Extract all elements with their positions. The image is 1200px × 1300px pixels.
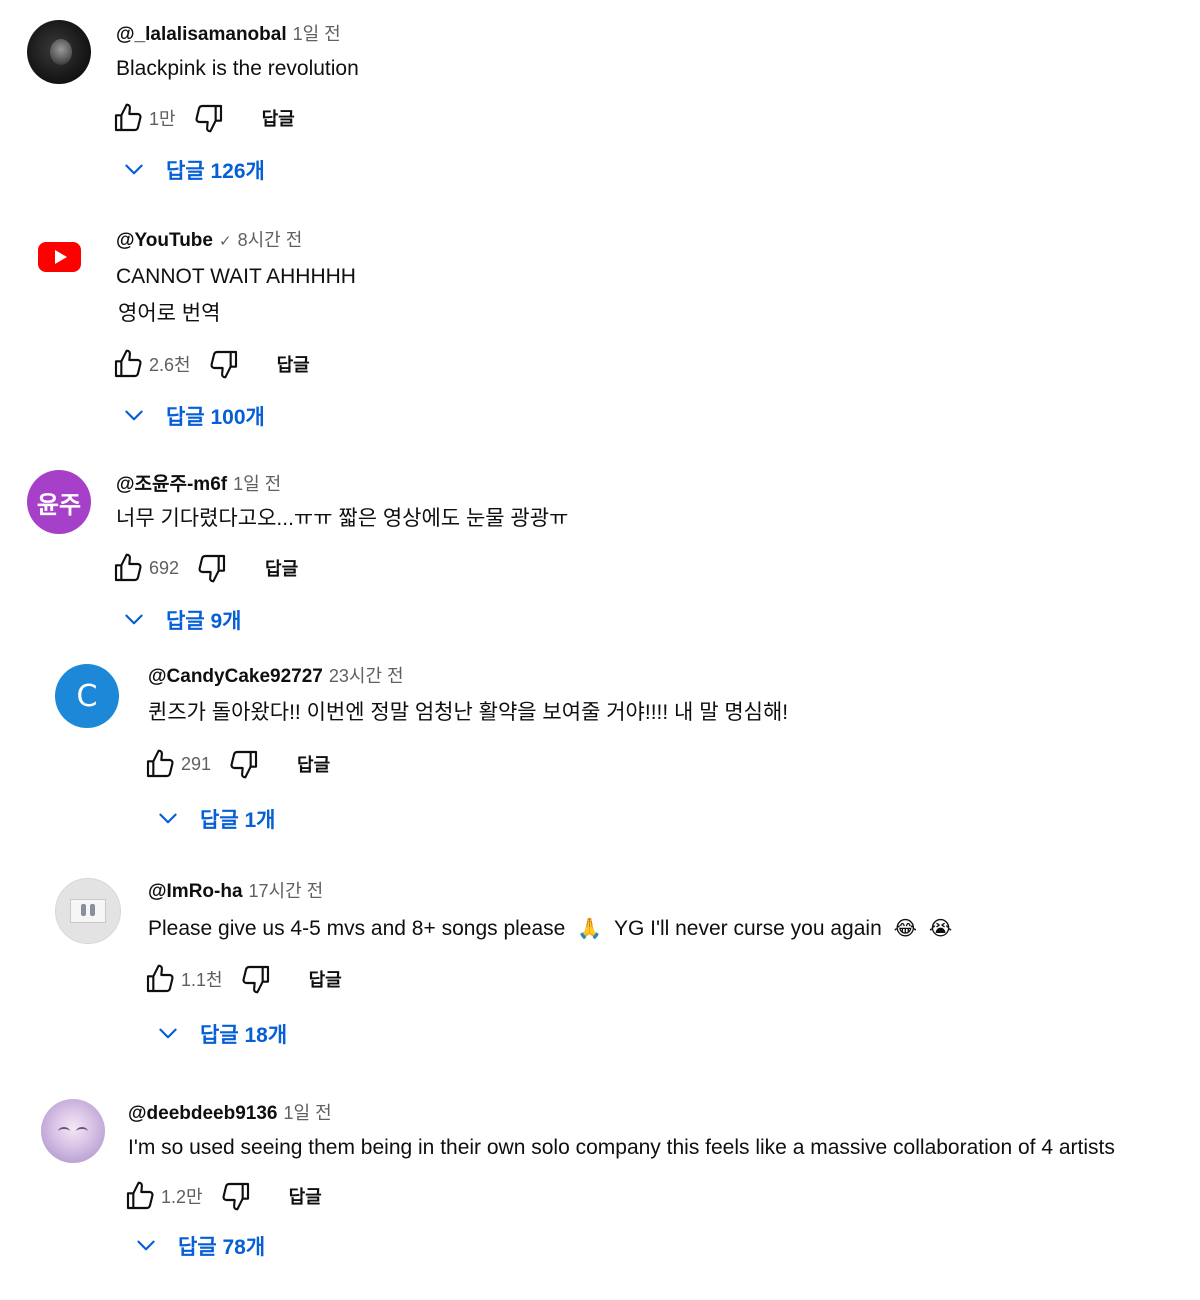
avatar[interactable]: C	[55, 664, 119, 728]
comment-text: 퀸즈가 돌아왔다!! 이번엔 정말 엄청난 활약을 보여줄 거야!!!! 내 말…	[148, 701, 789, 724]
reply-button[interactable]: 답글	[277, 351, 310, 377]
replies-label: 답글 126개	[166, 160, 265, 183]
like-count: 2.6천	[149, 355, 191, 375]
like-count: 291	[181, 753, 212, 774]
avatar[interactable]	[55, 878, 121, 944]
timestamp[interactable]: 8시간 전	[238, 230, 303, 250]
reply-button[interactable]: 답글	[265, 555, 298, 581]
comment-actions: 1만 답글	[111, 101, 295, 135]
comment-actions: 2.6천 답글	[111, 347, 310, 381]
folded-hands-emoji-icon: 🙏	[577, 916, 603, 940]
verified-check-icon: ✓	[218, 233, 232, 250]
username[interactable]: @_lalalisamanobal	[116, 24, 287, 45]
chevron-down-icon	[120, 606, 148, 634]
replies-label: 답글 9개	[166, 610, 242, 633]
play-icon	[55, 250, 67, 264]
username[interactable]: @deebdeeb9136	[128, 1103, 278, 1124]
comment-text: Blackpink is the revolution	[116, 57, 359, 80]
avatar-image	[50, 39, 72, 65]
crying-face-emoji-icon: 😭	[928, 916, 953, 940]
dislike-icon[interactable]	[227, 747, 261, 781]
dislike-icon[interactable]	[207, 347, 241, 381]
comment-actions: 291 답글	[143, 747, 330, 781]
avatar[interactable]: 윤주	[27, 470, 91, 534]
avatar-image	[70, 899, 106, 923]
replies-label: 답글 1개	[200, 809, 276, 832]
comment-header: @ImRo-ha 17시간 전	[148, 879, 323, 904]
timestamp[interactable]: 1일 전	[233, 474, 281, 494]
avatar[interactable]	[41, 1099, 105, 1163]
like-icon[interactable]	[143, 962, 177, 996]
tears-of-joy-emoji-icon: 😂	[893, 916, 917, 940]
youtube-logo-icon[interactable]	[38, 242, 81, 272]
chevron-down-icon	[120, 156, 148, 184]
username[interactable]: @CandyCake92727	[148, 666, 323, 687]
comment-header: @deebdeeb9136 1일 전	[128, 1101, 332, 1126]
comment-actions: 692 답글	[111, 551, 298, 585]
username[interactable]: @YouTube	[116, 230, 213, 251]
reply-button[interactable]: 답글	[262, 105, 295, 131]
comment-header: @조윤주-m6f 1일 전	[116, 472, 281, 497]
comment-text: Please give us 4-5 mvs and 8+ songs plea…	[148, 914, 952, 943]
chevron-down-icon	[132, 1232, 160, 1260]
like-count: 1만	[149, 109, 176, 129]
chevron-down-icon	[154, 1020, 182, 1048]
replies-label: 답글 100개	[166, 406, 265, 429]
chevron-down-icon	[154, 805, 182, 833]
replies-label: 답글 18개	[200, 1024, 288, 1047]
avatar-image	[76, 1126, 88, 1136]
dislike-icon[interactable]	[239, 962, 273, 996]
view-replies-button[interactable]: 답글 9개	[120, 603, 241, 637]
dislike-icon[interactable]	[219, 1179, 253, 1213]
view-replies-button[interactable]: 답글 100개	[120, 399, 265, 433]
comment-text-part: YG I'll never curse you again	[613, 917, 882, 940]
view-replies-button[interactable]: 답글 1개	[154, 802, 275, 836]
view-replies-button[interactable]: 답글 78개	[132, 1229, 265, 1263]
view-replies-button[interactable]: 답글 126개	[120, 153, 265, 187]
like-count: 1.1천	[181, 970, 223, 990]
like-count: 1.2만	[161, 1187, 203, 1207]
chevron-down-icon	[120, 402, 148, 430]
timestamp[interactable]: 17시간 전	[249, 881, 324, 901]
like-icon[interactable]	[123, 1179, 157, 1213]
timestamp[interactable]: 1일 전	[293, 24, 341, 44]
dislike-icon[interactable]	[195, 551, 229, 585]
reply-button[interactable]: 답글	[309, 966, 342, 992]
avatar-image	[58, 1126, 70, 1136]
comment-text-part: Please give us 4-5 mvs and 8+ songs plea…	[148, 917, 566, 940]
translate-link[interactable]: 영어로 번역	[118, 300, 220, 328]
comment-text: I'm so used seeing them being in their o…	[128, 1136, 1115, 1159]
dislike-icon[interactable]	[192, 101, 226, 135]
reply-button[interactable]: 답글	[289, 1183, 322, 1209]
comment-header: @CandyCake92727 23시간 전	[148, 664, 404, 689]
like-icon[interactable]	[111, 551, 145, 585]
comment-actions: 1.1천 답글	[143, 962, 342, 996]
like-icon[interactable]	[111, 347, 145, 381]
comment-header: @_lalalisamanobal 1일 전	[116, 22, 341, 47]
timestamp[interactable]: 23시간 전	[329, 666, 404, 686]
replies-label: 답글 78개	[178, 1236, 266, 1259]
comment-text: CANNOT WAIT AHHHHH	[116, 265, 356, 288]
timestamp[interactable]: 1일 전	[284, 1103, 332, 1123]
like-icon[interactable]	[143, 747, 177, 781]
comment-text: 너무 기다렸다고오...ㅠㅠ 짧은 영상에도 눈물 광광ㅠ	[116, 507, 569, 530]
comment-header: @YouTube ✓ 8시간 전	[116, 228, 302, 254]
avatar[interactable]	[27, 20, 91, 84]
view-replies-button[interactable]: 답글 18개	[154, 1017, 287, 1051]
comment-actions: 1.2만 답글	[123, 1179, 322, 1213]
like-count: 692	[149, 557, 180, 578]
username[interactable]: @조윤주-m6f	[116, 474, 227, 495]
reply-button[interactable]: 답글	[297, 751, 330, 777]
username[interactable]: @ImRo-ha	[148, 881, 243, 902]
like-icon[interactable]	[111, 101, 145, 135]
